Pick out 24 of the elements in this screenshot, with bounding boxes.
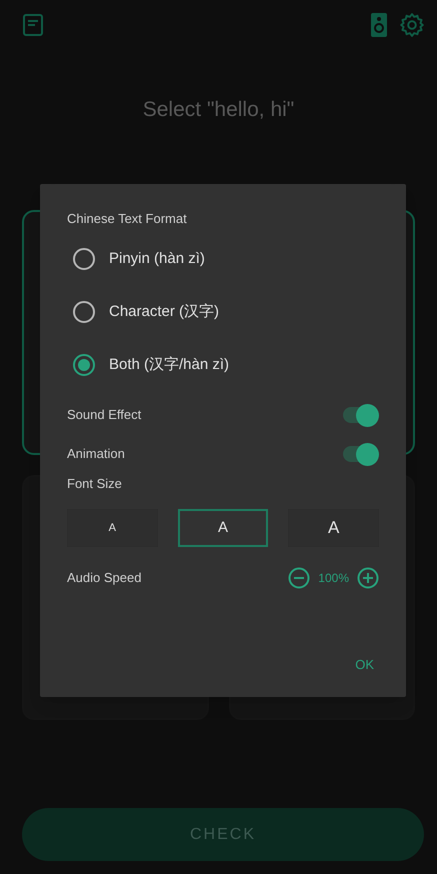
- toggle-switch[interactable]: [343, 403, 379, 427]
- radio-button[interactable]: [73, 301, 95, 323]
- font-size-option[interactable]: A: [67, 509, 158, 547]
- option-label: Both (汉字/hàn zì): [109, 354, 230, 375]
- toggle-switch[interactable]: [343, 442, 379, 466]
- font-size-label: Font Size: [67, 476, 123, 492]
- book-icon[interactable]: [22, 13, 44, 37]
- toggle-label: Animation: [67, 445, 125, 464]
- minus-icon[interactable]: [288, 567, 310, 589]
- section-title: Chinese Text Format: [67, 211, 188, 227]
- plus-icon[interactable]: [357, 567, 379, 589]
- font-size-option[interactable]: A: [288, 509, 379, 547]
- audio-speed-label: Audio Speed: [67, 569, 142, 588]
- speaker-icon[interactable]: [371, 13, 387, 37]
- radio-button[interactable]: [73, 354, 95, 376]
- speed-value: 100%: [318, 570, 349, 587]
- toggle-label: Sound Effect: [67, 406, 142, 424]
- ok-button[interactable]: OK: [353, 655, 376, 674]
- settings-icon[interactable]: [399, 12, 425, 38]
- prompt-text: Select "hello, hi": [142, 97, 296, 123]
- radio-button[interactable]: [73, 248, 95, 270]
- font-size-option[interactable]: A: [178, 509, 268, 547]
- option-label: Character (汉字): [109, 302, 220, 322]
- option-label: Pinyin (hàn zì): [109, 248, 205, 269]
